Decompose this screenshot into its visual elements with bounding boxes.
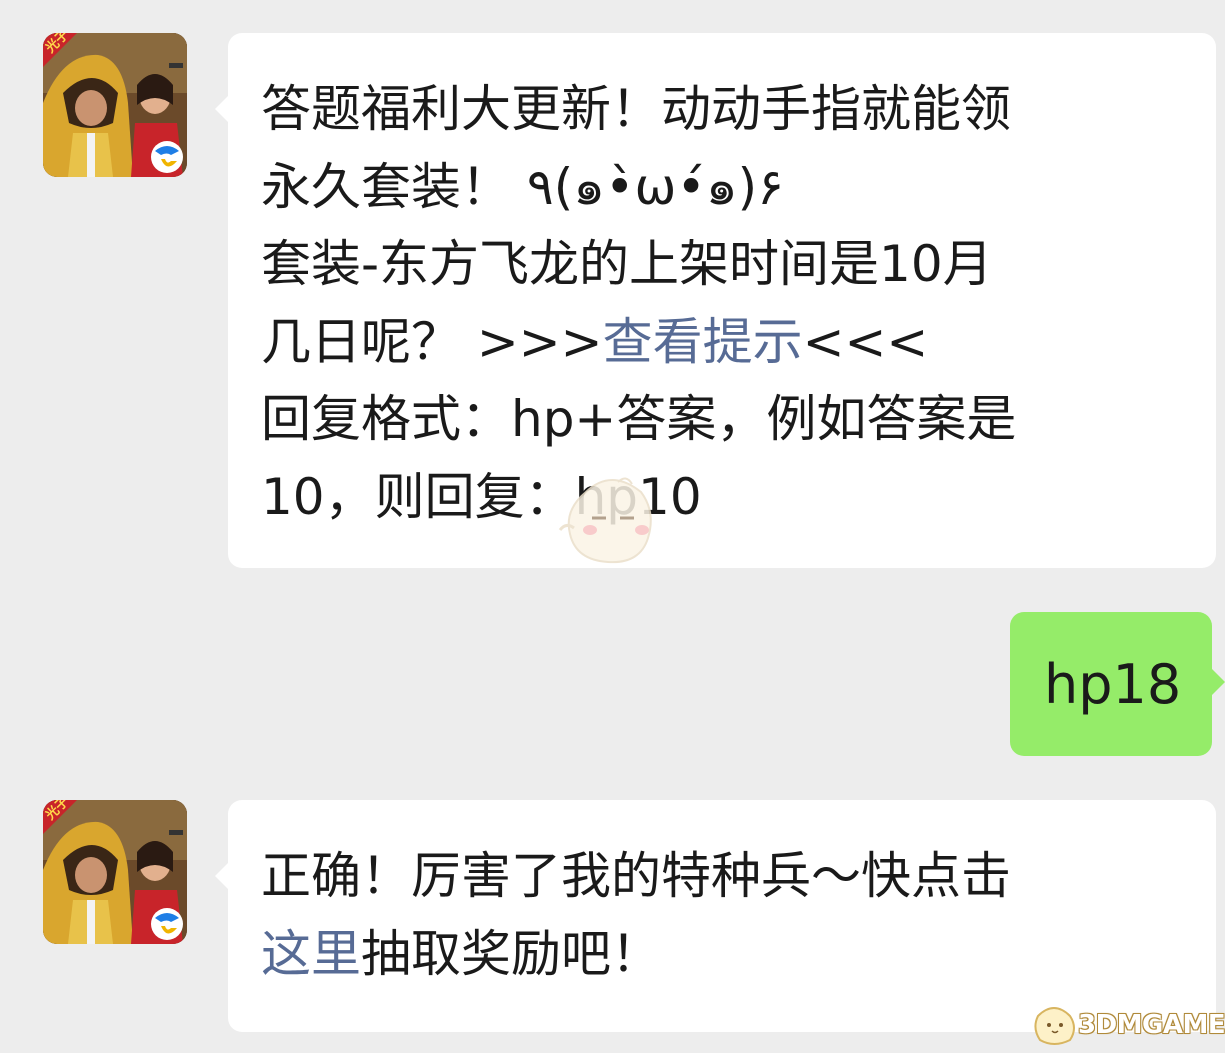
message-text-segment: 抽取奖励吧！ — [361, 924, 661, 983]
watermark-text: 3DMGAME — [1078, 1010, 1225, 1040]
game-avatar-image: 光子 — [43, 33, 187, 177]
message-line: 套装-东方飞龙的上架时间是10月 — [261, 226, 1196, 304]
official-account-avatar[interactable]: 光子 — [43, 33, 187, 177]
message-text-segment: 回复格式：hp+答案，例如答案是 — [261, 390, 1017, 448]
game-avatar-image: 光子 — [43, 800, 187, 944]
message-text: 答题福利大更新！动动手指就能领 永久套装！ ٩(๑•̀ω•́๑)۶ 套装-东方飞龙的… — [261, 71, 1196, 536]
site-watermark: 3DMGAME — [1028, 996, 1225, 1050]
message-bubble-question: 答题福利大更新！动动手指就能领 永久套装！ ٩(๑•̀ω•́๑)۶ 套装-东方飞龙的… — [215, 33, 1216, 568]
message-line: 永久套装！ ٩(๑•̀ω•́๑)۶ — [261, 149, 1196, 227]
message-line: 回复格式：hp+答案，例如答案是 — [261, 381, 1196, 459]
message-line: 答题福利大更新！动动手指就能领 — [261, 71, 1196, 149]
watermark-mascot-icon — [1034, 1007, 1075, 1045]
official-account-avatar[interactable]: 光子 — [43, 800, 187, 944]
message-line: 这里抽取奖励吧！ — [261, 916, 1196, 994]
message-text-segment: 几日呢？ >>> — [261, 312, 603, 371]
message-line: 10，则回复：hp10 — [261, 459, 1196, 537]
message-text-segment: 答题福利大更新！动动手指就能领 — [261, 80, 1011, 138]
mascot-sticker-icon — [558, 477, 652, 564]
message-bubble-reply: hp18 — [1010, 612, 1225, 756]
message-text-segment: 正确！厉害了我的特种兵～快点击 — [261, 847, 1011, 905]
message-text: 正确！厉害了我的特种兵～快点击 这里抽取奖励吧！ — [261, 838, 1196, 993]
inline-link[interactable]: 这里 — [261, 925, 361, 983]
message-text-segment: 永久套装！ ٩(๑•̀ω•́๑)۶ — [261, 157, 784, 216]
message-line: 正确！厉害了我的特种兵～快点击 — [261, 838, 1196, 916]
message-text-segment: <<< — [802, 312, 929, 371]
inline-link[interactable]: 查看提示 — [603, 313, 803, 371]
message-line: 几日呢？ >>>查看提示<<< — [261, 304, 1196, 382]
message-text-segment: 套装-东方飞龙的上架时间是10月 — [261, 235, 993, 293]
reply-text: hp18 — [1044, 653, 1182, 716]
